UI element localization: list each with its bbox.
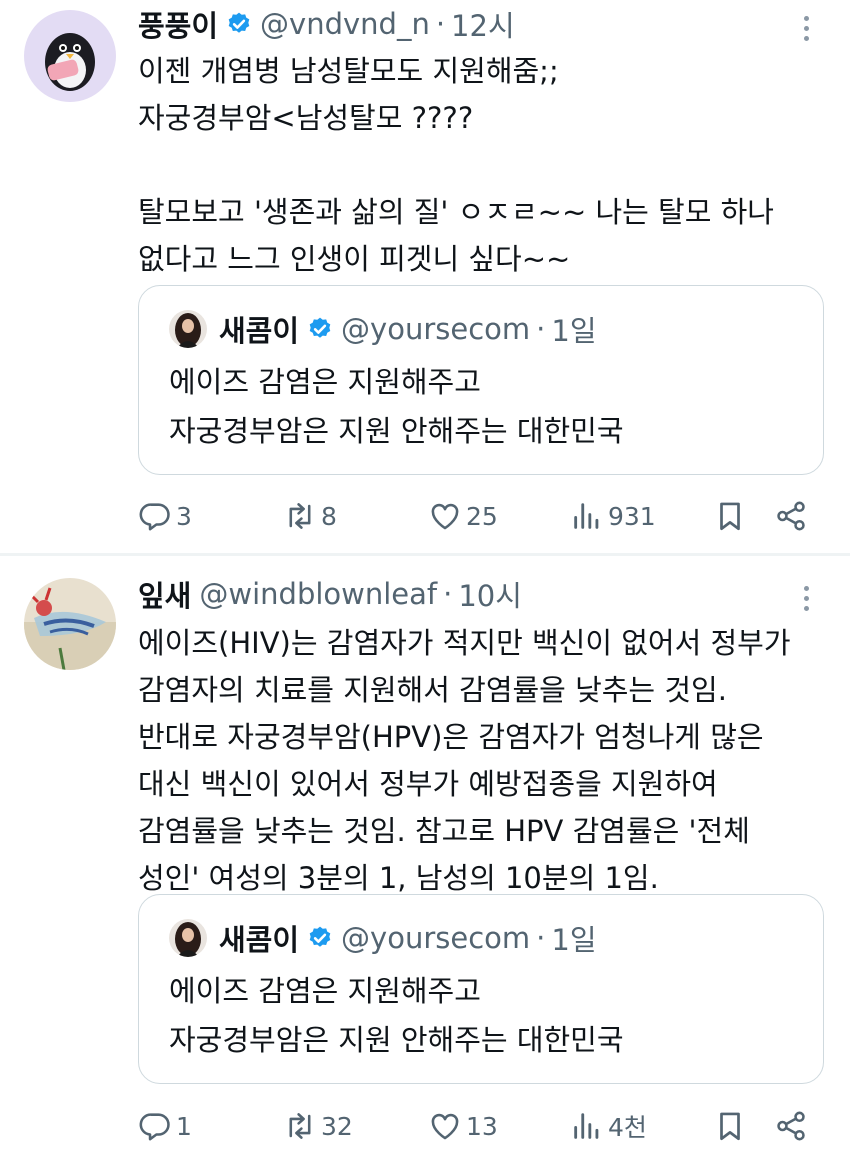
quote-timestamp: 1일 <box>551 314 597 348</box>
body-line: 에이즈(HIV)는 감염자가 적지만 백신이 없어서 정부가 <box>138 626 791 660</box>
tweet-body: 에이즈(HIV)는 감염자가 적지만 백신이 없어서 정부가 감염자의 치료를 … <box>138 620 828 902</box>
heart-icon <box>431 1113 459 1140</box>
like-button[interactable]: 13 <box>428 1106 498 1146</box>
author-name[interactable]: 풍풍이 <box>138 3 218 45</box>
views-icon <box>574 1113 599 1139</box>
body-line-empty <box>138 142 828 189</box>
timestamp[interactable]: 12시 <box>451 3 515 45</box>
retweet-icon <box>289 503 311 529</box>
verified-badge-icon <box>309 317 331 338</box>
reply-icon <box>139 503 170 531</box>
quote-header: 새콤이 @yoursecom · 1일 <box>219 308 597 350</box>
like-button[interactable]: 25 <box>428 496 498 536</box>
tweet[interactable]: 잎새 @windblownleaf · 10시 에이즈(HIV)는 감염자가 적… <box>0 556 850 1169</box>
bookmark-button[interactable] <box>713 1106 747 1146</box>
reply-button[interactable]: 1 <box>138 1106 192 1146</box>
share-button[interactable] <box>774 496 808 536</box>
quote-body: 에이즈 감염은 지원해주고 자궁경부암은 지원 안해주는 대한민국 <box>169 967 624 1065</box>
quote-author-avatar <box>169 919 207 957</box>
reply-count: 3 <box>176 501 192 531</box>
body-line: 없다고 느그 인생이 피겟니 싶다~~ <box>138 242 571 276</box>
body-line: 감염률을 낮추는 것임. 참고로 HPV 감염률은 '전체 <box>138 814 750 848</box>
retweet-button[interactable]: 8 <box>283 496 337 536</box>
body-line: 반대로 자궁경부암(HPV)은 감염자가 엄청나게 많은 <box>138 720 764 754</box>
author-name[interactable]: 잎새 <box>138 573 191 615</box>
more-vertical-icon[interactable] <box>796 580 816 616</box>
retweet-icon <box>289 1113 311 1139</box>
bookmark-button[interactable] <box>713 496 747 536</box>
reply-count: 1 <box>176 1111 192 1141</box>
share-button[interactable] <box>774 1106 808 1146</box>
body-line: 감염자의 치료를 지원해서 감염률을 낮추는 것임. <box>138 673 727 707</box>
body-line: 자궁경부암<남성탈모 ???? <box>138 101 474 135</box>
quote-body-line: 에이즈 감염은 지원해주고 <box>169 365 481 399</box>
retweet-count: 32 <box>321 1111 353 1141</box>
quote-body: 에이즈 감염은 지원해주고 자궁경부암은 지원 안해주는 대한민국 <box>169 358 624 456</box>
quote-author-name: 새콤이 <box>219 923 300 957</box>
reply-button[interactable]: 3 <box>138 496 192 536</box>
timestamp[interactable]: 10시 <box>458 573 522 615</box>
quote-body-line: 자궁경부암은 지원 안해주는 대한민국 <box>169 1023 624 1057</box>
verified-badge-icon <box>228 12 250 33</box>
quote-author-avatar <box>169 310 207 348</box>
quote-header: 새콤이 @yoursecom · 1일 <box>219 917 597 959</box>
tweet-header: 풍풍이 @vndvnd_n · 12시 <box>138 4 515 44</box>
tweet[interactable]: 풍풍이 @vndvnd_n · 12시 이젠 개염병 남성탈모도 지원해줌;; … <box>0 0 850 555</box>
body-line: 이젠 개염병 남성탈모도 지원해줌;; <box>138 54 559 88</box>
retweet-button[interactable]: 32 <box>283 1106 353 1146</box>
action-bar: 3 8 25 931 <box>0 496 850 536</box>
retweet-count: 8 <box>321 501 337 531</box>
author-avatar[interactable] <box>24 578 116 670</box>
quoted-tweet[interactable]: 새콤이 @yoursecom · 1일 에이즈 감염은 지원해주고 자궁경부암은… <box>138 285 824 475</box>
verified-badge-icon <box>309 926 331 947</box>
bookmark-icon <box>720 502 740 531</box>
tweet-body: 이젠 개염병 남성탈모도 지원해줌;; 자궁경부암<남성탈모 ???? 탈모보고… <box>138 48 828 283</box>
tweet-header: 잎새 @windblownleaf · 10시 <box>138 574 522 614</box>
separator-dot: · <box>536 312 546 346</box>
quote-body-line: 자궁경부암은 지원 안해주는 대한민국 <box>169 414 624 448</box>
author-avatar[interactable] <box>24 10 116 102</box>
body-line: 대신 백신이 있어서 정부가 예방접종을 지원하여 <box>138 767 718 801</box>
share-icon <box>777 501 805 531</box>
separator-dot: · <box>435 7 446 41</box>
reply-icon <box>139 1113 170 1141</box>
quote-author-handle: @yoursecom <box>341 921 531 955</box>
separator-dot: · <box>443 577 453 611</box>
body-line: 탈모보고 '생존과 삶의 질' ㅇㅈㄹ~~ 나는 탈모 하나 <box>138 195 774 229</box>
views-button[interactable]: 931 <box>570 496 656 536</box>
views-count: 4천 <box>608 1113 647 1142</box>
heart-icon <box>431 503 459 530</box>
quote-author-handle: @yoursecom <box>341 312 531 346</box>
bookmark-icon <box>720 1112 740 1141</box>
like-count: 25 <box>466 501 498 531</box>
share-icon <box>777 1111 805 1141</box>
quoted-tweet[interactable]: 새콤이 @yoursecom · 1일 에이즈 감염은 지원해주고 자궁경부암은… <box>138 894 824 1084</box>
quote-body-line: 에이즈 감염은 지원해주고 <box>169 974 481 1008</box>
separator-dot: · <box>536 921 546 955</box>
like-count: 13 <box>466 1111 498 1141</box>
author-handle[interactable]: @windblownleaf <box>199 577 437 611</box>
quote-author-name: 새콤이 <box>219 314 300 348</box>
views-icon <box>574 503 599 529</box>
views-count: 931 <box>608 501 656 531</box>
author-handle[interactable]: @vndvnd_n <box>260 7 430 41</box>
more-vertical-icon[interactable] <box>796 10 816 46</box>
action-bar: 1 32 13 4천 <box>0 1106 850 1146</box>
quote-timestamp: 1일 <box>551 923 597 957</box>
views-button[interactable]: 4천 <box>570 1106 647 1146</box>
